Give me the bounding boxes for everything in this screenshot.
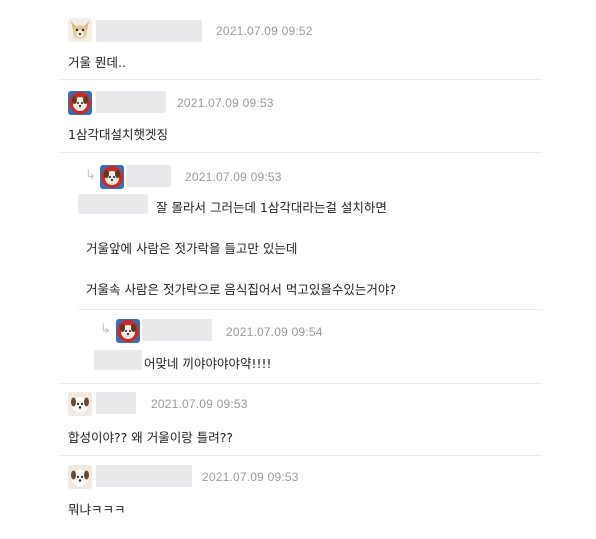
comment-text: 어맞네 끼야야야야약!!!!: [144, 356, 272, 371]
timestamp: 2021.07.09 09:53: [185, 170, 282, 184]
redacted-mention: [78, 194, 148, 214]
dog-avatar-red[interactable]: [116, 319, 140, 343]
timestamp: 2021.07.09 09:53: [202, 470, 299, 484]
redacted-username: [96, 91, 166, 113]
comment-text: 1삼각대설치햇겟징: [68, 127, 168, 142]
dog-avatar-icon: [68, 392, 92, 416]
comment-text: 뭐냐ㅋㅋㅋ: [68, 502, 126, 517]
redacted-mention: [94, 350, 142, 370]
divider: [60, 79, 542, 80]
comment-text: 거울 뭔데..: [68, 55, 126, 70]
redacted-username: [142, 319, 212, 341]
redacted-username: [126, 165, 171, 187]
redacted-username: [96, 20, 202, 42]
timestamp: 2021.07.09 09:52: [216, 24, 313, 38]
comment-text: 거울속 사람은 젓가락으로 음식집어서 먹고있을수있는거야?: [86, 282, 397, 297]
dog-avatar-icon: [68, 91, 92, 115]
redacted-username: [96, 465, 192, 487]
chihuahua-avatar-icon: [68, 18, 92, 42]
dog-avatar-red[interactable]: [100, 165, 124, 189]
dog-avatar-white[interactable]: [68, 465, 92, 489]
dog-avatar-red[interactable]: [68, 91, 92, 115]
dog-avatar-icon: [116, 319, 140, 343]
chihuahua-avatar[interactable]: [68, 18, 92, 42]
reply-arrow-icon: ↳: [100, 322, 111, 337]
divider: [78, 309, 542, 310]
divider: [60, 455, 542, 456]
dog-avatar-icon: [100, 165, 124, 189]
timestamp: 2021.07.09 09:54: [226, 325, 323, 339]
comment-text: 합성이야?? 왜 거울이랑 틀려??: [68, 430, 233, 445]
divider: [60, 383, 542, 384]
timestamp: 2021.07.09 09:53: [177, 96, 274, 110]
dog-avatar-white[interactable]: [68, 392, 92, 416]
dog-avatar-icon: [68, 465, 92, 489]
comment-text: 거울앞에 사람은 젓가락을 들고만 있는데: [86, 241, 298, 256]
comment-text: 잘 몰라서 그러는데 1삼각대라는걸 설치하면: [156, 200, 387, 215]
redacted-username: [96, 392, 136, 414]
timestamp: 2021.07.09 09:53: [151, 397, 248, 411]
reply-arrow-icon: ↳: [85, 168, 96, 183]
divider: [60, 152, 542, 153]
